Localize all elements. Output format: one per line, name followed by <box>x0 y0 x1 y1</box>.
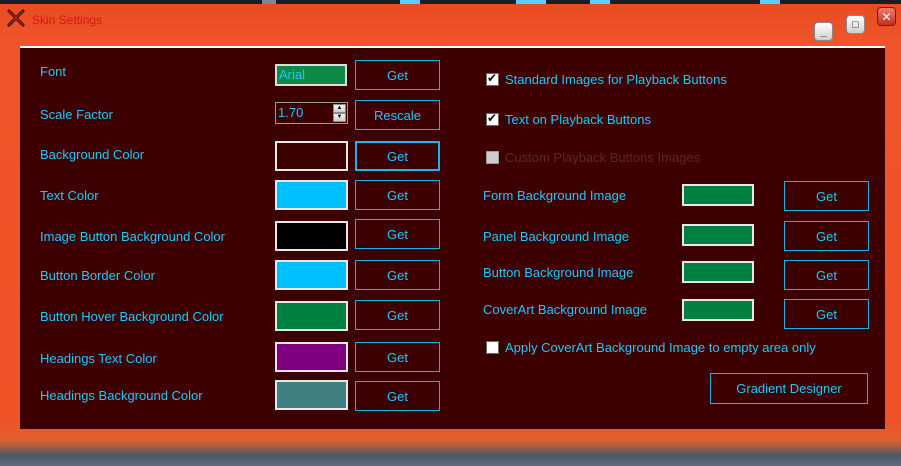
image-button-bg-color-get-button[interactable]: Get <box>355 219 440 249</box>
image-button-bg-color-label: Image Button Background Color <box>40 229 225 244</box>
headings-bg-color-get-button[interactable]: Get <box>355 381 440 411</box>
text-color-label: Text Color <box>40 188 99 203</box>
headings-text-color-swatch[interactable] <box>275 342 348 372</box>
standard-images-checkbox[interactable]: ✔ <box>486 71 499 86</box>
button-bg-image-label: Button Background Image <box>483 265 634 280</box>
headings-bg-color-label: Headings Background Color <box>40 388 203 403</box>
settings-panel: Font Arial Get Scale Factor 1.70 ▲ ▼ Res… <box>20 46 885 429</box>
skin-settings-window: Skin Settings _ □ ✕ Font Arial Get Scale… <box>0 0 901 466</box>
window-title: Skin Settings <box>32 13 103 27</box>
button-border-color-get-button[interactable]: Get <box>355 260 440 290</box>
button-border-color-label: Button Border Color <box>40 268 155 283</box>
background-color-get-button[interactable]: Get <box>355 141 440 171</box>
apply-empty-area-label: Apply CoverArt Background Image to empty… <box>505 340 816 355</box>
custom-playback-images-label: Custom Playback Buttons Images <box>505 150 701 165</box>
panel-bg-image-swatch[interactable] <box>682 224 754 246</box>
form-bg-image-label: Form Background Image <box>483 188 627 203</box>
stepper-arrows[interactable]: ▲ ▼ <box>333 104 346 122</box>
app-icon <box>7 9 25 27</box>
button-hover-bg-color-label: Button Hover Background Color <box>40 309 224 324</box>
panel-bg-image-label: Panel Background Image <box>483 229 629 244</box>
check-icon: ✔ <box>487 111 498 125</box>
minimize-button[interactable]: _ <box>814 22 833 41</box>
maximize-icon: □ <box>852 18 859 31</box>
text-color-swatch[interactable] <box>275 180 348 210</box>
minimize-icon: _ <box>820 25 827 38</box>
image-button-bg-color-swatch[interactable] <box>275 221 348 251</box>
button-bg-image-get-button[interactable]: Get <box>784 260 869 290</box>
text-on-playback-label: Text on Playback Buttons <box>505 112 651 127</box>
background-color-label: Background Color <box>40 147 145 162</box>
headings-bg-color-swatch[interactable] <box>275 380 348 410</box>
scale-factor-label: Scale Factor <box>40 107 113 122</box>
close-icon: ✕ <box>881 9 892 24</box>
scale-factor-stepper[interactable]: 1.70 ▲ ▼ <box>275 102 348 124</box>
gradient-designer-button[interactable]: Gradient Designer <box>710 373 868 404</box>
coverart-bg-image-get-button[interactable]: Get <box>784 299 869 329</box>
close-button[interactable]: ✕ <box>877 7 896 26</box>
button-border-color-swatch[interactable] <box>275 260 348 290</box>
headings-text-color-get-button[interactable]: Get <box>355 342 440 372</box>
font-get-button[interactable]: Get <box>355 60 440 90</box>
stepper-up-icon[interactable]: ▲ <box>333 104 346 113</box>
button-bg-image-swatch[interactable] <box>682 261 754 283</box>
form-bg-image-get-button[interactable]: Get <box>784 181 869 211</box>
apply-empty-area-checkbox[interactable] <box>486 341 499 354</box>
font-field[interactable]: Arial <box>275 64 347 86</box>
rescale-button[interactable]: Rescale <box>355 100 440 130</box>
panel-bg-image-get-button[interactable]: Get <box>784 221 869 251</box>
headings-text-color-label: Headings Text Color <box>40 351 157 366</box>
text-color-get-button[interactable]: Get <box>355 180 440 210</box>
scale-factor-value: 1.70 <box>278 105 304 120</box>
background-color-swatch[interactable] <box>275 141 348 171</box>
maximize-button[interactable]: □ <box>846 15 865 34</box>
text-on-playback-checkbox[interactable]: ✔ <box>486 111 499 126</box>
coverart-bg-image-swatch[interactable] <box>682 299 754 321</box>
form-bg-image-swatch[interactable] <box>682 184 754 206</box>
coverart-bg-image-label: CoverArt Background Image <box>483 302 648 317</box>
button-hover-bg-color-get-button[interactable]: Get <box>355 300 440 330</box>
button-hover-bg-color-swatch[interactable] <box>275 301 348 331</box>
custom-playback-images-checkbox[interactable] <box>486 151 499 164</box>
top-strip <box>0 0 901 4</box>
standard-images-label: Standard Images for Playback Buttons <box>505 72 727 87</box>
stepper-down-icon[interactable]: ▼ <box>333 113 346 122</box>
font-label: Font <box>40 64 67 79</box>
check-icon: ✔ <box>487 71 498 85</box>
